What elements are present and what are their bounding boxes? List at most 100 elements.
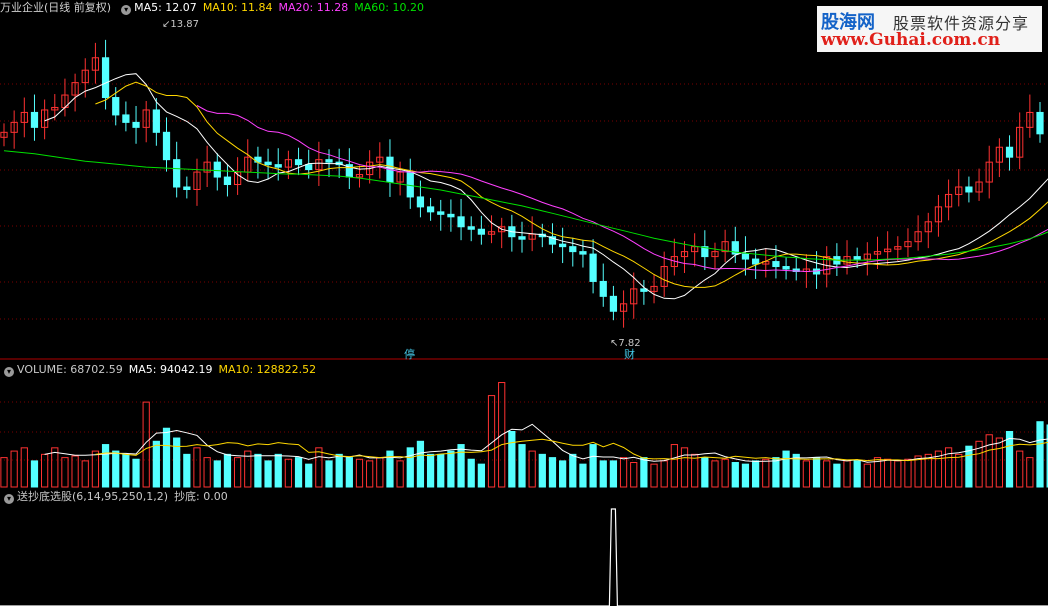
volume-bar xyxy=(863,463,871,488)
candle xyxy=(599,280,607,297)
volume-bar xyxy=(843,460,851,488)
volume-bar xyxy=(447,450,455,488)
volume-bar xyxy=(711,460,719,488)
candle xyxy=(437,211,445,215)
volume-bar xyxy=(528,450,536,488)
volume-bar xyxy=(518,444,526,488)
volume-bar xyxy=(345,457,353,488)
candle xyxy=(751,258,760,265)
chevron-down-icon[interactable]: ▾ xyxy=(4,494,14,504)
indicator-legend: ▾ 送抄底选股(6,14,95,250,1,2) 抄底: 0.00 xyxy=(0,489,234,505)
candle xyxy=(406,171,414,198)
ma5-label: MA5: 12.07 xyxy=(134,1,197,14)
volume-bar xyxy=(985,434,993,488)
volume-bar xyxy=(731,462,739,488)
volume-panel[interactable] xyxy=(0,362,1048,488)
volume-bar xyxy=(660,460,668,488)
volume-bar xyxy=(10,450,18,488)
volume-bar xyxy=(823,460,831,488)
vol-ma5-label: MA5: 94042.19 xyxy=(128,363,213,376)
volume-bar xyxy=(0,457,8,488)
candle xyxy=(579,251,587,255)
indicator-line xyxy=(0,508,1048,606)
candle xyxy=(183,186,191,190)
volume-bar xyxy=(772,457,780,488)
volume-bar xyxy=(294,457,303,488)
ma-line-ma5 xyxy=(44,73,1048,300)
candle xyxy=(162,131,171,161)
candle xyxy=(782,266,790,270)
candle xyxy=(325,159,333,163)
candle xyxy=(518,236,526,240)
volume-bar xyxy=(559,460,567,488)
volume-bar xyxy=(112,450,120,488)
price-panel[interactable] xyxy=(0,0,1048,360)
volume-bar xyxy=(284,458,293,488)
volume-bar xyxy=(853,460,861,488)
watermark-logo: 股海网 股票软件资源分享 www.Guhai.com.cn xyxy=(817,6,1042,52)
finance-badge[interactable]: 财 xyxy=(624,346,635,362)
ma10-label: MA10: 11.84 xyxy=(202,1,273,14)
high-annotation: ↙13.87 xyxy=(162,19,200,30)
price-chart[interactable] xyxy=(0,0,1048,360)
volume-bar xyxy=(1036,421,1044,488)
volume-legend: ▾ VOLUME: 68702.59 MA5: 94042.19 MA10: 1288… xyxy=(0,362,322,378)
candle xyxy=(264,161,272,166)
volume-bar xyxy=(132,458,140,488)
volume-bar xyxy=(640,457,648,488)
volume-bar xyxy=(1016,450,1024,488)
volume-bar xyxy=(315,447,323,488)
candle xyxy=(457,216,465,228)
volume-bar xyxy=(569,453,577,488)
candle xyxy=(477,228,485,235)
volume-bar xyxy=(274,453,282,488)
volume-bar xyxy=(122,453,130,488)
candle xyxy=(101,57,110,99)
volume-bar xyxy=(254,453,262,488)
candle xyxy=(416,196,425,208)
candle xyxy=(965,186,973,193)
volume-bar xyxy=(264,460,272,488)
candle xyxy=(122,114,130,123)
volume-bar xyxy=(721,458,729,488)
candle xyxy=(1005,146,1014,158)
volume-bar xyxy=(437,453,445,488)
volume-bar xyxy=(802,460,811,488)
volume-chart[interactable] xyxy=(0,362,1048,488)
volume-bar xyxy=(81,460,89,488)
candle xyxy=(294,159,303,166)
volume-bar xyxy=(203,457,211,488)
indicator-value: 抄底: 0.00 xyxy=(174,490,228,503)
volume-bar xyxy=(71,455,79,488)
candle xyxy=(447,213,455,218)
volume-bar xyxy=(355,458,364,488)
suspend-badge[interactable]: 停 xyxy=(404,346,415,362)
volume-bar xyxy=(630,462,638,488)
chevron-down-icon[interactable]: ▾ xyxy=(4,367,14,377)
volume-bar xyxy=(213,460,221,488)
volume-bar xyxy=(670,444,678,488)
volume-bar xyxy=(833,463,841,488)
indicator-panel[interactable] xyxy=(0,489,1048,606)
volume-bar xyxy=(406,447,414,488)
candle xyxy=(223,176,232,186)
volume-bar xyxy=(1026,457,1034,488)
candle xyxy=(426,206,435,213)
volume-bar xyxy=(305,463,313,488)
volume-bar xyxy=(457,444,465,488)
indicator-chart[interactable] xyxy=(0,489,1048,606)
volume-bar xyxy=(741,463,750,488)
volume-bar xyxy=(599,460,607,488)
indicator-name: 送抄底选股(6,14,95,250,1,2) xyxy=(17,490,169,503)
volume-bar xyxy=(812,457,821,488)
candle xyxy=(741,253,750,260)
volume-bar xyxy=(904,458,912,488)
volume-bar xyxy=(609,460,618,488)
volume-bar xyxy=(325,460,333,488)
volume-bar xyxy=(173,437,181,488)
volume-bar xyxy=(426,453,435,488)
volume-bar xyxy=(396,460,404,488)
stock-title: 万业企业(日线 前复权) xyxy=(0,1,112,14)
chevron-down-icon[interactable]: ▾ xyxy=(121,5,132,15)
volume-bar xyxy=(691,453,699,488)
